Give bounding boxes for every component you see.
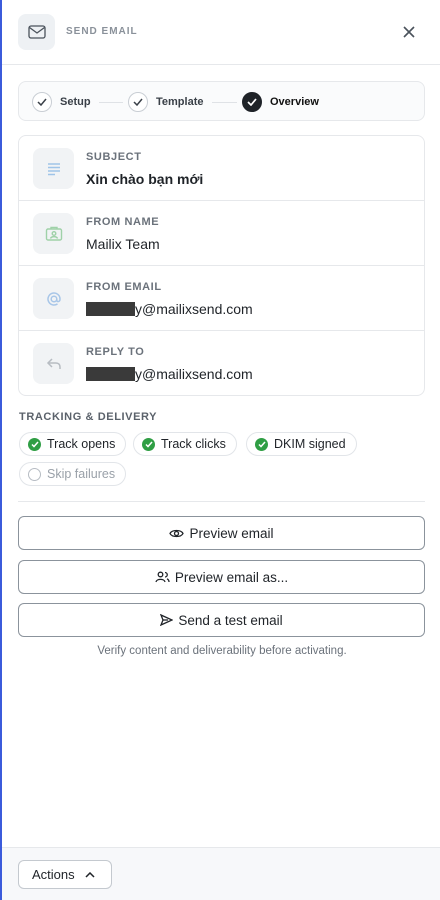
check-circle-icon [142, 437, 155, 451]
chip-track-clicks[interactable]: Track clicks [133, 432, 237, 456]
from-name-label: FROM NAME [86, 216, 160, 228]
step-overview[interactable]: Overview [242, 91, 319, 113]
check-icon [128, 92, 148, 112]
preview-email-as-label: Preview email as... [174, 569, 289, 585]
preview-email-label: Preview email [189, 525, 274, 541]
reply-icon [33, 343, 74, 384]
text-lines-icon [33, 148, 74, 189]
close-button[interactable] [398, 21, 420, 43]
from-email-value: y@mailixsend.com [86, 301, 253, 317]
step-connector [99, 102, 123, 103]
at-sign-icon [33, 278, 74, 319]
chip-track-opens[interactable]: Track opens [19, 432, 127, 456]
reply-to-row: REPLY TO y@mailixsend.com [19, 331, 424, 396]
subject-value: Xin chào bạn mới [86, 171, 204, 187]
close-icon [403, 26, 415, 38]
redacted-text [86, 367, 135, 381]
send-test-email-button[interactable]: Send a test email [18, 603, 425, 637]
send-email-panel: SEND EMAIL Setup Template Overview SUBJE… [0, 0, 440, 900]
check-circle-icon [255, 437, 268, 451]
email-details-card: SUBJECT Xin chào bạn mới FROM NAME Maili… [18, 135, 425, 396]
chip-skip-failures[interactable]: Skip failures [19, 462, 127, 486]
reply-to-domain: y@mailixsend.com [135, 366, 253, 382]
reply-to-value: y@mailixsend.com [86, 366, 253, 382]
helper-text: Verify content and deliverability before… [97, 645, 347, 657]
check-icon [242, 92, 262, 112]
reply-to-label: REPLY TO [86, 346, 145, 358]
step-template[interactable]: Template [128, 91, 203, 113]
chip-label: Skip failures [47, 467, 116, 481]
preview-email-button[interactable]: Preview email [18, 516, 425, 550]
check-icon [32, 92, 52, 112]
send-test-email-label: Send a test email [178, 612, 283, 628]
step-label: Overview [270, 96, 319, 108]
panel-title: SEND EMAIL [66, 26, 138, 37]
actions-label: Actions [32, 867, 75, 882]
send-icon [160, 614, 174, 626]
panel-header: SEND EMAIL [2, 0, 440, 65]
id-card-icon [33, 213, 74, 254]
from-name-row: FROM NAME Mailix Team [19, 201, 424, 266]
step-connector [212, 102, 237, 103]
chip-label: DKIM signed [274, 437, 346, 451]
users-icon [155, 571, 170, 583]
subject-row: SUBJECT Xin chào bạn mới [19, 136, 424, 201]
subject-label: SUBJECT [86, 151, 142, 163]
eye-icon [169, 529, 185, 537]
tracking-section-title: TRACKING & DELIVERY [19, 411, 158, 423]
mail-icon [18, 14, 55, 50]
step-setup[interactable]: Setup [32, 91, 91, 113]
step-label: Setup [60, 96, 91, 108]
step-label: Template [156, 96, 204, 108]
wizard-stepper: Setup Template Overview [18, 81, 425, 121]
from-email-domain: y@mailixsend.com [135, 301, 253, 317]
from-name-value: Mailix Team [86, 236, 160, 252]
chip-label: Track clicks [161, 437, 226, 451]
actions-dropdown-button[interactable]: Actions [18, 860, 112, 889]
panel-footer: Actions [2, 847, 440, 900]
preview-email-as-button[interactable]: Preview email as... [18, 560, 425, 594]
from-email-label: FROM EMAIL [86, 281, 162, 293]
from-email-row: FROM EMAIL y@mailixsend.com [19, 266, 424, 331]
check-circle-icon [28, 437, 41, 451]
chevron-up-icon [85, 871, 95, 878]
chip-dkim-signed[interactable]: DKIM signed [246, 432, 357, 456]
redacted-text [86, 302, 135, 316]
empty-circle-icon [28, 467, 41, 481]
chip-label: Track opens [47, 437, 116, 451]
section-divider [18, 501, 425, 502]
